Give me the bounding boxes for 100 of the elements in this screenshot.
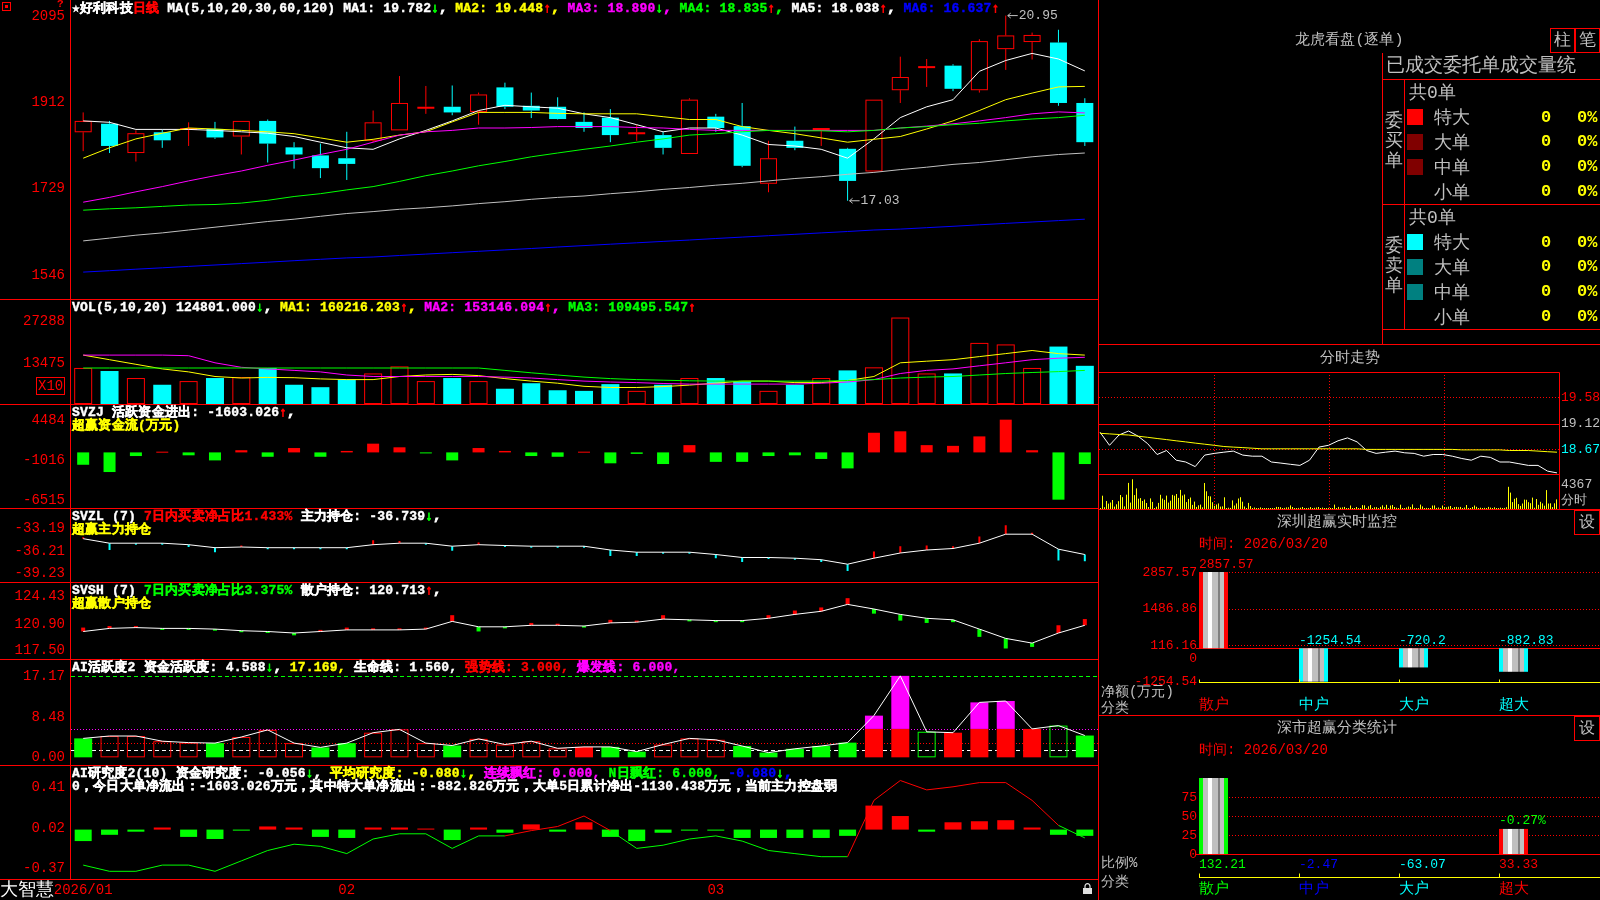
candlestick	[1076, 97, 1094, 147]
volume-bar	[785, 384, 804, 404]
toggle-button[interactable]: 柱	[1550, 28, 1575, 53]
category-label: 中单	[1434, 156, 1470, 179]
indicator-bar	[944, 732, 963, 758]
axis-title: 分类	[1101, 700, 1129, 715]
tick-bar	[1083, 554, 1086, 562]
panel-title: 深市超赢分类统计	[1276, 720, 1397, 737]
axis-title: 分类	[1101, 874, 1129, 890]
settings-button[interactable]: 设	[1574, 510, 1600, 535]
indicator-bar	[601, 746, 620, 758]
percent-value: 0%	[1577, 282, 1598, 302]
indicator-bar	[180, 829, 198, 837]
candlestick	[839, 147, 857, 202]
indicator-bar	[709, 452, 722, 462]
tick-bar	[1030, 643, 1035, 647]
panel-title: 龙虎看盘(逐单)	[1295, 32, 1404, 50]
tick-bar	[740, 620, 745, 623]
indicator-bar	[551, 452, 564, 457]
value-label: -1254.54	[1299, 632, 1362, 648]
indicator-legend: 超赢主力持仓	[72, 523, 152, 536]
candlestick	[654, 131, 672, 155]
axis-label: 0.41	[31, 778, 65, 795]
candlestick	[522, 92, 540, 119]
tick-bar	[450, 615, 455, 622]
tick-bar	[924, 618, 929, 623]
tick-bar	[240, 545, 243, 547]
axis-label: 19.58	[1561, 389, 1600, 405]
indicator-bar	[74, 829, 92, 842]
axis-label: 124.43	[14, 588, 65, 605]
indicator-bar	[232, 736, 251, 758]
tick-bar	[82, 537, 85, 539]
tick-bar	[451, 546, 454, 551]
tick-bar	[714, 554, 717, 559]
indicator-bar	[812, 829, 830, 838]
axis-label: 2857.57	[1142, 564, 1197, 580]
square-icon	[2, 2, 11, 11]
volume-bar	[100, 371, 119, 404]
axis-label: -6515	[23, 491, 65, 508]
indicator-bar	[390, 729, 409, 758]
settings-button[interactable]: 设	[1574, 716, 1600, 741]
axis-title: 比例%	[1101, 855, 1138, 871]
indicator-bar	[1078, 452, 1091, 465]
tick-bar	[925, 545, 928, 550]
tick-bar	[318, 629, 323, 632]
axis-label: 116.16	[1150, 637, 1197, 653]
volume-bar	[548, 390, 567, 404]
tick-bar	[819, 607, 824, 612]
bar	[1499, 828, 1528, 854]
tick-bar	[766, 615, 771, 619]
percent-value: 0%	[1577, 157, 1598, 177]
tick-bar	[846, 564, 849, 571]
tick-bar	[634, 620, 639, 623]
axis-label: 1729	[31, 180, 65, 197]
indicator-bar	[733, 829, 751, 838]
tick-bar	[292, 633, 297, 636]
percent-value: 0%	[1577, 107, 1598, 127]
candlestick	[786, 126, 804, 151]
indicator-bar	[1023, 728, 1042, 758]
indicator-bar	[762, 452, 775, 457]
candlestick	[575, 111, 593, 133]
tick-bar	[81, 627, 86, 632]
volume-bar	[838, 370, 857, 404]
tick-bar	[555, 623, 560, 626]
axis-label: -39.23	[14, 565, 65, 582]
indicator-bar	[736, 452, 749, 462]
indicator-bar	[259, 826, 277, 830]
volume-bar	[153, 384, 172, 404]
tick-bar	[319, 547, 322, 550]
date-label: 02	[338, 881, 356, 900]
candlestick	[417, 85, 435, 115]
indicator-bar	[258, 729, 277, 758]
indicator-bar	[340, 450, 353, 453]
tick-bar	[134, 543, 137, 545]
indicator-bar	[548, 748, 567, 758]
indicator-bar	[417, 828, 435, 830]
candlestick	[944, 63, 962, 92]
date-label: 时间: 2026/03/20	[1199, 536, 1328, 552]
indicator-bar	[683, 445, 696, 453]
indicator-bar	[470, 827, 488, 830]
category-label: 大户	[1399, 696, 1429, 714]
tick-bar	[1003, 638, 1008, 649]
indicator-legend: 0，今日大单净流出：-1603.026万元，其中特大单净流出：-882.826万元，大单5日累计净出-1130.438万元，当前主力控盘弱	[72, 780, 838, 793]
lock-icon	[1083, 883, 1092, 894]
volume-bar	[575, 390, 593, 404]
indicator-bar	[103, 452, 116, 473]
indicator-bar	[839, 829, 857, 836]
indicator-bar	[947, 445, 960, 453]
indicator-legend: ★好利科技日线 MA(5,10,20,30,60,120) MA1: 19.782↓, MA2: 19.448↑, MA3: 18.890↓, MA4: 18.835↑, MA5: 18.038↑, MA6: 16.637↑	[72, 1, 1000, 16]
toggle-button[interactable]: 笔	[1575, 28, 1600, 53]
indicator-bar	[1049, 829, 1067, 835]
tick-bar	[1056, 625, 1061, 633]
category-label: 大单	[1434, 257, 1470, 279]
axis-label: 1486.86	[1142, 601, 1197, 617]
indicator-bar	[443, 745, 462, 758]
tick-bar	[608, 619, 613, 623]
tick-bar	[687, 619, 692, 622]
indicator-bar	[129, 452, 142, 457]
axis-label: 120.90	[14, 615, 65, 632]
indicator-bar	[867, 432, 880, 453]
